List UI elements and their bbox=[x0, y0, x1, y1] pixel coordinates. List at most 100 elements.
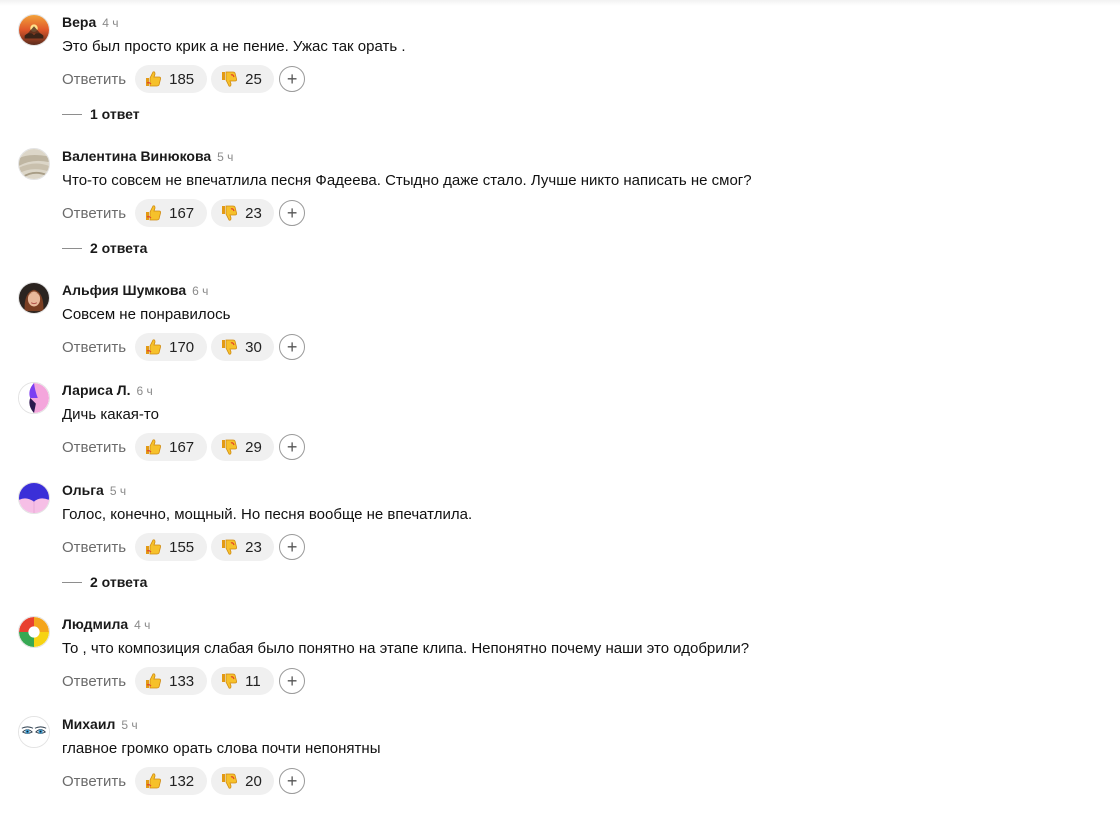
thumbs-down-icon bbox=[219, 337, 239, 357]
replies-line bbox=[62, 581, 82, 583]
add-reaction-button[interactable]: + bbox=[279, 668, 306, 694]
show-replies-button[interactable]: 1 ответ bbox=[62, 104, 140, 124]
add-reaction-button[interactable]: + bbox=[279, 200, 306, 226]
like-button[interactable]: 155 bbox=[135, 533, 208, 561]
like-button[interactable]: 167 bbox=[135, 199, 208, 227]
thumbs-down-icon bbox=[219, 69, 239, 89]
like-count: 167 bbox=[169, 438, 195, 456]
dislike-button[interactable]: 25 bbox=[211, 65, 275, 93]
like-count: 155 bbox=[169, 538, 195, 556]
author-name[interactable]: Ольга bbox=[62, 482, 104, 498]
comment-header: Валентина Винюкова 5 ч bbox=[62, 148, 233, 168]
add-reaction-button[interactable]: + bbox=[279, 768, 306, 794]
thumbs-down-icon bbox=[219, 203, 239, 223]
add-reaction-button[interactable]: + bbox=[279, 66, 306, 92]
avatar[interactable] bbox=[18, 482, 50, 514]
reply-button[interactable]: Ответить bbox=[62, 773, 126, 790]
avatar[interactable] bbox=[18, 382, 50, 414]
comment-actions: Ответить 133 11 + bbox=[62, 666, 306, 696]
replies-line bbox=[62, 113, 82, 115]
dislike-count: 23 bbox=[245, 538, 262, 556]
dislike-button[interactable]: 23 bbox=[211, 199, 275, 227]
sunset-avatar-icon bbox=[19, 15, 49, 45]
dislike-button[interactable]: 30 bbox=[211, 333, 275, 361]
comment-actions: Ответить 167 29 + bbox=[62, 432, 306, 462]
comment-text: Это был просто крик а не пение. Ужас так… bbox=[62, 38, 406, 55]
dislike-button[interactable]: 29 bbox=[211, 433, 275, 461]
comment-actions: Ответить 155 23 + bbox=[62, 532, 306, 562]
avatar[interactable] bbox=[18, 716, 50, 748]
eyes-avatar-icon bbox=[19, 717, 49, 747]
author-name[interactable]: Людмила bbox=[62, 616, 128, 632]
thumbs-down-icon bbox=[219, 437, 239, 457]
show-replies-button[interactable]: 2 ответа bbox=[62, 238, 147, 258]
comment-time: 5 ч bbox=[109, 484, 127, 498]
reply-button[interactable]: Ответить bbox=[62, 205, 126, 222]
thumbs-up-icon bbox=[143, 537, 163, 557]
avatar[interactable] bbox=[18, 616, 50, 648]
like-button[interactable]: 167 bbox=[135, 433, 208, 461]
thumbs-down-icon bbox=[219, 771, 239, 791]
purple-pink-avatar-icon bbox=[19, 383, 49, 413]
author-name[interactable]: Альфия Шумкова bbox=[62, 282, 186, 298]
author-name[interactable]: Лариса Л. bbox=[62, 382, 130, 398]
comment-text: главное громко орать слова почти непонят… bbox=[62, 740, 381, 757]
like-count: 132 bbox=[169, 772, 195, 790]
pale-photo-avatar-icon bbox=[19, 149, 49, 179]
thumbs-up-icon bbox=[143, 203, 163, 223]
reply-button[interactable]: Ответить bbox=[62, 673, 126, 690]
dislike-count: 20 bbox=[245, 772, 262, 790]
add-reaction-button[interactable]: + bbox=[279, 334, 306, 360]
like-count: 133 bbox=[169, 672, 195, 690]
comment-time: 4 ч bbox=[134, 618, 151, 632]
reply-button[interactable]: Ответить bbox=[62, 539, 126, 556]
like-button[interactable]: 133 bbox=[135, 667, 208, 695]
plus-icon: + bbox=[286, 537, 298, 557]
replies-count: 2 ответа bbox=[90, 574, 148, 590]
plus-icon: + bbox=[286, 771, 298, 791]
color-wheel-avatar-icon bbox=[19, 617, 49, 647]
dislike-button[interactable]: 20 bbox=[211, 767, 275, 795]
dislike-button[interactable]: 23 bbox=[211, 533, 275, 561]
reply-button[interactable]: Ответить bbox=[62, 439, 126, 456]
author-name[interactable]: Вера bbox=[62, 14, 96, 30]
thumbs-up-icon bbox=[143, 337, 163, 357]
add-reaction-button[interactable]: + bbox=[279, 434, 306, 460]
plus-icon: + bbox=[286, 671, 298, 691]
thumbs-down-icon bbox=[219, 671, 239, 691]
like-count: 170 bbox=[169, 338, 195, 356]
reply-button[interactable]: Ответить bbox=[62, 339, 126, 356]
comment-text: Совсем не понравилось bbox=[62, 306, 231, 323]
plus-icon: + bbox=[286, 337, 298, 357]
avatar[interactable] bbox=[18, 282, 50, 314]
author-name[interactable]: Валентина Винюкова bbox=[62, 148, 211, 164]
reply-button[interactable]: Ответить bbox=[62, 71, 126, 88]
comment-text: Голос, конечно, мощный. Но песня вообще … bbox=[62, 506, 473, 523]
like-button[interactable]: 132 bbox=[135, 767, 208, 795]
comment-time: 6 ч bbox=[192, 284, 209, 298]
avatar[interactable] bbox=[18, 148, 50, 180]
portrait-avatar-icon bbox=[19, 283, 49, 313]
thumbs-up-icon bbox=[143, 437, 163, 457]
like-button[interactable]: 185 bbox=[135, 65, 208, 93]
author-name[interactable]: Михаил bbox=[62, 716, 115, 732]
comment-actions: Ответить 167 23 + bbox=[62, 198, 306, 228]
avatar[interactable] bbox=[18, 14, 50, 46]
comment-header: Михаил 5 ч bbox=[62, 716, 138, 736]
like-count: 167 bbox=[169, 204, 195, 222]
comment-text: Что-то совсем не впечатлила песня Фадеев… bbox=[62, 172, 752, 189]
comment-header: Людмила 4 ч bbox=[62, 616, 150, 636]
comment-header: Ольга 5 ч bbox=[62, 482, 126, 502]
like-button[interactable]: 170 bbox=[135, 333, 208, 361]
comment-text: То , что композиция слабая было понятно … bbox=[62, 640, 750, 657]
add-reaction-button[interactable]: + bbox=[279, 534, 306, 560]
blue-pink-avatar-icon bbox=[19, 483, 49, 513]
show-replies-button[interactable]: 2 ответа bbox=[62, 572, 147, 592]
plus-icon: + bbox=[286, 437, 298, 457]
dislike-count: 25 bbox=[245, 70, 262, 88]
dislike-button[interactable]: 11 bbox=[211, 667, 275, 695]
comment-actions: Ответить 185 25 + bbox=[62, 64, 306, 94]
thumbs-up-icon bbox=[143, 69, 163, 89]
like-count: 185 bbox=[169, 70, 195, 88]
dislike-count: 23 bbox=[245, 204, 262, 222]
